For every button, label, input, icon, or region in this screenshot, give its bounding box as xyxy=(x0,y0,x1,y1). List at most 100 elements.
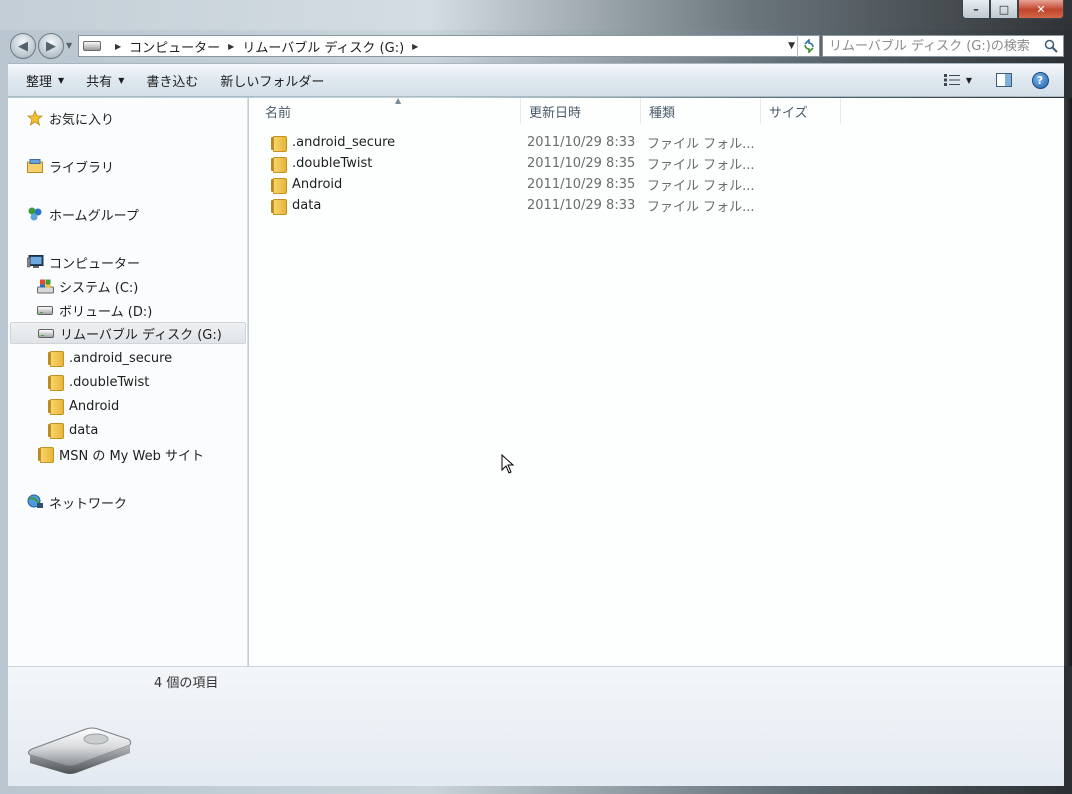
search-icon[interactable] xyxy=(1044,39,1058,53)
share-label: 共有 xyxy=(86,74,113,90)
help-button[interactable]: ? xyxy=(1028,69,1052,91)
nav-volume-d[interactable]: ボリューム (D:) xyxy=(36,299,152,321)
breadcrumb-chevron-icon[interactable]: ▶ xyxy=(115,42,121,51)
new-folder-button[interactable]: 新しいフォルダー xyxy=(212,68,332,92)
file-name: .doubleTwist xyxy=(292,156,373,171)
refresh-button[interactable] xyxy=(797,35,819,57)
view-dropdown-icon[interactable]: ▼ xyxy=(966,76,972,85)
file-type: ファイル フォル... xyxy=(647,137,755,152)
nav-libraries[interactable]: ライブラリ xyxy=(26,155,114,177)
burn-button[interactable]: 書き込む xyxy=(138,68,206,92)
file-list-pane[interactable]: 名前 ▲ 更新日時 種類 サイズ .android_secure 2011/10… xyxy=(249,96,1064,666)
organize-button[interactable]: 整理 ▼ xyxy=(18,68,72,92)
mouse-cursor-icon xyxy=(501,454,515,474)
view-list-icon xyxy=(943,74,960,86)
nav-label: コンピューター xyxy=(49,256,141,272)
nav-computer[interactable]: コンピューター xyxy=(26,251,140,273)
system-drive-icon xyxy=(36,278,54,294)
hard-drive-icon xyxy=(36,302,54,318)
file-row[interactable]: .doubleTwist 2011/10/29 8:35 ファイル フォル... xyxy=(259,153,759,174)
nav-msn-web-site[interactable]: MSN の My Web サイト xyxy=(36,443,204,465)
file-row[interactable]: .android_secure 2011/10/29 8:33 ファイル フォル… xyxy=(259,132,759,153)
nav-folder-android-secure[interactable]: .android_secure xyxy=(46,347,172,369)
library-icon xyxy=(26,158,44,174)
share-button[interactable]: 共有 ▼ xyxy=(78,68,132,92)
column-header-date[interactable]: 更新日時 xyxy=(521,98,641,124)
search-input[interactable] xyxy=(829,38,1041,54)
nav-label: data xyxy=(69,422,99,438)
nav-label: .doubleTwist xyxy=(69,374,150,390)
item-count: 4 個の項目 xyxy=(154,676,219,691)
close-button[interactable]: ✕ xyxy=(1018,0,1064,19)
nav-removable-disk-g[interactable]: リムーバブル ディスク (G:) xyxy=(10,322,246,344)
nav-label: リムーバブル ディスク (G:) xyxy=(60,327,222,343)
change-view-button[interactable] xyxy=(940,69,964,91)
breadcrumb-chevron-icon[interactable]: ▶ xyxy=(412,42,418,51)
nav-label: ライブラリ xyxy=(49,160,115,176)
nav-folder-android[interactable]: Android xyxy=(46,395,119,417)
chevron-down-icon: ▼ xyxy=(58,75,65,85)
column-header-name[interactable]: 名前 ▲ xyxy=(257,96,521,124)
file-name: data xyxy=(292,198,322,213)
file-type: ファイル フォル... xyxy=(647,158,755,173)
nav-label: ボリューム (D:) xyxy=(59,304,153,320)
folder-icon xyxy=(269,135,287,152)
title-bar[interactable] xyxy=(0,0,1072,30)
folder-icon xyxy=(269,198,287,215)
homegroup-icon xyxy=(26,206,44,222)
sort-ascending-icon: ▲ xyxy=(395,96,402,105)
maximize-button[interactable]: □ xyxy=(990,0,1018,19)
file-type: ファイル フォル... xyxy=(647,200,755,215)
file-row[interactable]: Android 2011/10/29 8:35 ファイル フォル... xyxy=(259,174,759,195)
file-date: 2011/10/29 8:35 xyxy=(527,177,636,192)
navigation-pane[interactable]: お気に入り ライブラリ ホームグループ コンピューター システム (C:) ボリ… xyxy=(8,98,248,666)
folder-icon xyxy=(46,422,64,439)
file-type: ファイル フォル... xyxy=(647,179,755,194)
column-header-size[interactable]: サイズ xyxy=(761,98,841,124)
nav-label: .android_secure xyxy=(69,350,173,366)
breadcrumb-computer[interactable]: コンピューター xyxy=(129,37,220,56)
recent-pages-dropdown-icon[interactable]: ▼ xyxy=(66,41,72,50)
preview-pane-button[interactable] xyxy=(992,69,1016,91)
nav-system-drive-c[interactable]: システム (C:) xyxy=(36,275,138,297)
file-name: Android xyxy=(292,177,343,192)
folder-icon xyxy=(269,177,287,194)
nav-homegroup[interactable]: ホームグループ xyxy=(26,203,139,225)
nav-network[interactable]: ネットワーク xyxy=(26,491,127,513)
folder-icon xyxy=(46,374,64,391)
organize-label: 整理 xyxy=(26,74,53,90)
minimize-button[interactable]: – xyxy=(962,0,990,19)
nav-label: Android xyxy=(69,398,120,414)
breadcrumb-removable-disk[interactable]: リムーバブル ディスク (G:) xyxy=(242,37,404,56)
nav-label: お気に入り xyxy=(49,112,115,128)
back-arrow-icon: ◀ xyxy=(18,38,28,54)
caption-buttons: – □ ✕ xyxy=(962,0,1064,20)
removable-drive-large-icon xyxy=(27,727,132,774)
preview-pane-icon xyxy=(996,73,1012,87)
breadcrumb-chevron-icon[interactable]: ▶ xyxy=(228,42,234,51)
file-name: .android_secure xyxy=(292,135,396,150)
column-header-type[interactable]: 種類 xyxy=(641,98,761,124)
forward-button[interactable]: ▶ xyxy=(38,33,64,59)
nav-folder-doubletwist[interactable]: .doubleTwist xyxy=(46,371,149,393)
removable-drive-icon xyxy=(37,325,55,341)
forward-arrow-icon: ▶ xyxy=(46,38,56,54)
nav-favorites[interactable]: お気に入り xyxy=(26,107,114,129)
nav-label: システム (C:) xyxy=(59,280,139,296)
folder-icon xyxy=(46,350,64,367)
back-button[interactable]: ◀ xyxy=(10,33,36,59)
navigation-row: ◀ ▶ ▼ ▶ コンピューター ▶ リムーバブル ディスク (G:) ▶ ▼ xyxy=(8,30,1064,62)
folder-icon xyxy=(269,156,287,173)
folder-icon xyxy=(46,398,64,415)
nav-label: ネットワーク xyxy=(49,496,128,512)
address-bar[interactable]: ▶ コンピューター ▶ リムーバブル ディスク (G:) ▶ ▼ xyxy=(78,35,820,57)
address-dropdown-icon[interactable]: ▼ xyxy=(788,41,795,51)
command-bar: 整理 ▼ 共有 ▼ 書き込む 新しいフォルダー ▼ ? xyxy=(8,63,1064,97)
column-header-label: 種類 xyxy=(649,105,676,121)
search-box[interactable] xyxy=(822,35,1064,57)
nav-folder-data[interactable]: data xyxy=(46,419,98,441)
file-row[interactable]: data 2011/10/29 8:33 ファイル フォル... xyxy=(259,195,759,216)
star-icon xyxy=(26,110,44,126)
nav-label: MSN の My Web サイト xyxy=(59,448,204,464)
file-date: 2011/10/29 8:33 xyxy=(527,198,636,213)
